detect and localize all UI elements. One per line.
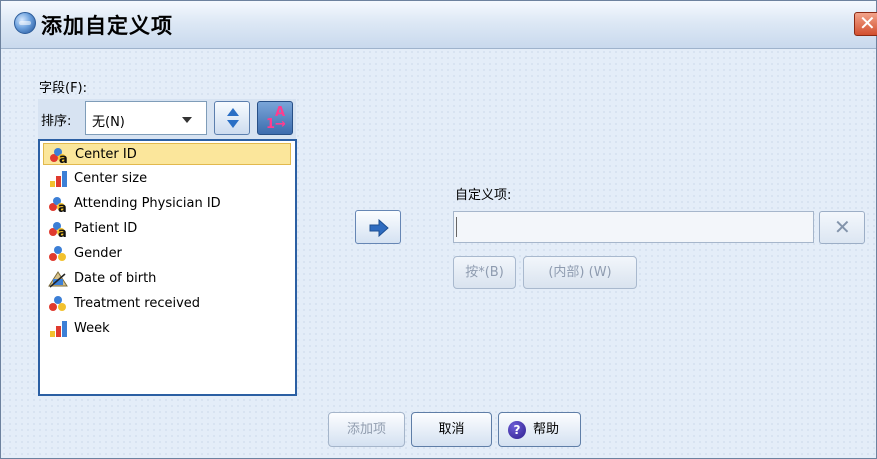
sort-dropdown-value: 无(N)	[92, 115, 125, 130]
date-icon	[48, 271, 68, 288]
arrow-right-icon	[369, 219, 389, 237]
list-item-label: Treatment received	[74, 296, 201, 311]
fields-label: 字段(F):	[39, 81, 88, 96]
move-to-custom-button[interactable]	[355, 210, 401, 244]
sort-down-icon	[227, 120, 239, 128]
sort-up-icon	[227, 108, 239, 116]
help-button-label: 帮助	[533, 422, 560, 437]
list-item-label: Center size	[74, 171, 148, 186]
alphabetical-sort-button[interactable]: A 1→	[257, 101, 293, 135]
list-item[interactable]: Week	[43, 318, 291, 340]
sort-order-button[interactable]	[214, 101, 250, 135]
nominal-string-icon: a	[50, 148, 68, 164]
by-button[interactable]: 按*(B)	[453, 256, 516, 289]
close-icon: ✕	[859, 11, 876, 35]
list-item-label: Week	[74, 321, 110, 336]
close-button[interactable]: ✕	[854, 11, 877, 36]
list-item[interactable]: Gender	[43, 243, 291, 265]
help-icon: ?	[508, 421, 526, 439]
chevron-down-icon	[182, 117, 192, 123]
within-button[interactable]: (内部) (W)	[523, 256, 637, 289]
clear-term-button[interactable]: ✕	[819, 211, 865, 244]
svg-text:a: a	[58, 226, 67, 238]
custom-term-label: 自定义项:	[455, 188, 512, 203]
list-item[interactable]: Date of birth	[43, 268, 291, 290]
title-bar[interactable]: 添加自定义项 ✕	[1, 1, 877, 49]
list-item[interactable]: Treatment received	[43, 293, 291, 315]
list-item[interactable]: a Center ID	[43, 143, 291, 165]
scale-bar-icon	[50, 321, 67, 337]
sort-az-icon: A 1→	[266, 105, 286, 132]
close-icon: ✕	[834, 215, 851, 239]
nominal-icon	[49, 246, 66, 261]
cancel-button[interactable]: 取消	[411, 412, 492, 447]
list-item[interactable]: a Attending Physician ID	[43, 193, 291, 215]
fields-listbox[interactable]: a Center ID Center size a Attending Phys…	[38, 139, 297, 396]
list-item-label: Date of birth	[74, 271, 157, 286]
dialog-title: 添加自定义项	[41, 14, 173, 38]
nominal-string-icon: a	[49, 222, 67, 238]
sort-dropdown[interactable]: 无(N)	[85, 101, 207, 135]
list-item-label: Attending Physician ID	[74, 196, 221, 211]
list-item[interactable]: a Patient ID	[43, 218, 291, 240]
add-term-button[interactable]: 添加项	[328, 412, 405, 447]
list-item-label: Center ID	[75, 147, 137, 162]
app-icon	[14, 12, 36, 34]
list-item-label: Gender	[74, 246, 122, 261]
svg-text:a: a	[59, 152, 68, 164]
nominal-icon	[49, 296, 66, 311]
scale-bar-icon	[50, 171, 67, 187]
list-item-label: Patient ID	[74, 221, 138, 236]
sort-label: 排序:	[41, 114, 72, 129]
help-button[interactable]: ? 帮助	[498, 412, 581, 447]
custom-term-field[interactable]	[453, 211, 814, 243]
list-item[interactable]: Center size	[43, 168, 291, 190]
add-custom-term-dialog: 添加自定义项 ✕ 字段(F): 排序: 无(N) A 1→ a Center ID	[0, 0, 877, 459]
svg-text:a: a	[58, 201, 67, 213]
nominal-string-icon: a	[49, 197, 67, 213]
